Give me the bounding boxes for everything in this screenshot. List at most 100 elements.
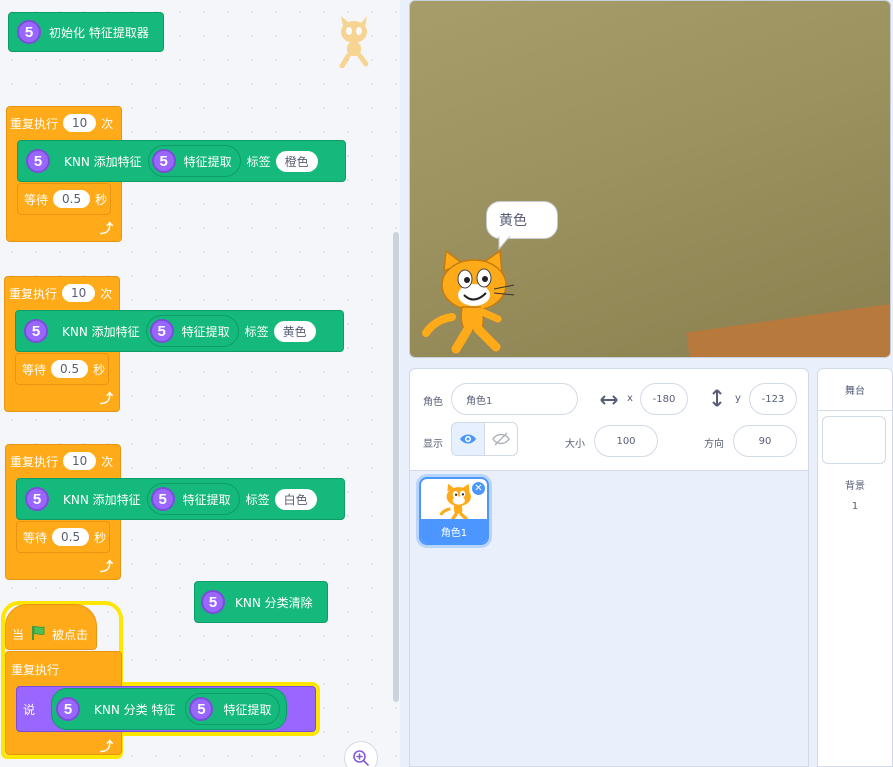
hat-when-label: 当	[12, 627, 25, 642]
knn-add-feature-block-1[interactable]: 5 KNN 添加特征 5 特征提取 标签 橙色	[17, 140, 346, 182]
knn-classify-reporter[interactable]: 5 KNN 分类 特征 5 特征提取	[51, 688, 288, 730]
wait-label: 等待	[23, 530, 48, 545]
extension-icon: 5	[189, 697, 214, 721]
reporter-label: 特征提取	[181, 324, 230, 339]
stage-thumbnail[interactable]	[822, 416, 886, 464]
tag-input[interactable]: 橙色	[275, 150, 318, 172]
x-value: -180	[652, 393, 676, 405]
extension-icon: 5	[56, 697, 81, 721]
scratch-cat-sprite[interactable]	[422, 249, 518, 357]
x-arrows-icon	[600, 391, 618, 410]
knn-add-feature-block-3[interactable]: 5 KNN 添加特征 5 特征提取 标签 白色	[16, 478, 345, 520]
stage-canvas[interactable]	[409, 0, 891, 358]
forever-label: 重复执行	[11, 663, 60, 677]
repeat-header-1: 重复执行 10 次	[10, 114, 113, 132]
knn-add-feature-block-2[interactable]: 5 KNN 添加特征 5 特征提取 标签 黄色	[15, 310, 344, 352]
wait-unit: 秒	[94, 530, 107, 545]
repeat-suffix: 次	[101, 454, 114, 469]
direction-label: 方向	[704, 439, 724, 450]
sprite-pane: 角色 角色1 x -180 y -123 显示 大小 100 方向 90 角色1	[409, 368, 809, 767]
repeat-count-input[interactable]: 10	[62, 284, 96, 302]
show-sprite-button[interactable]	[451, 422, 485, 456]
wait-label: 等待	[22, 362, 47, 377]
feature-extract-reporter[interactable]: 5 特征提取	[146, 483, 240, 515]
wait-block-2[interactable]: 等待 0.5 秒	[15, 353, 109, 385]
sprite-tile-name: 角色1	[421, 519, 487, 543]
sprite-label: 角色	[423, 397, 443, 408]
x-input[interactable]: -180	[640, 383, 688, 415]
wait-input[interactable]: 0.5	[51, 360, 89, 378]
sprite-name-value: 角色1	[466, 395, 493, 407]
reporter-label: KNN 分类 特征	[94, 702, 176, 717]
say-label: 说	[23, 702, 36, 717]
extension-icon: 5	[151, 149, 176, 173]
hide-sprite-button[interactable]	[484, 422, 518, 456]
reporter-label: 特征提取	[183, 154, 232, 169]
when-flag-clicked-hat[interactable]: 当 被点击	[5, 604, 97, 650]
y-label: y	[735, 393, 741, 404]
wait-block-1[interactable]: 等待 0.5 秒	[17, 183, 111, 215]
wait-unit: 秒	[93, 362, 106, 377]
wait-input[interactable]: 0.5	[53, 190, 91, 208]
sprite-info-panel: 角色 角色1 x -180 y -123 显示 大小 100 方向 90	[410, 369, 808, 471]
sprite-cat-icon	[334, 16, 374, 69]
y-input[interactable]: -123	[749, 383, 797, 415]
extension-icon: 5	[201, 590, 225, 614]
sprite-name-input[interactable]: 角色1	[451, 383, 578, 415]
block-label: KNN 添加特征	[62, 324, 140, 339]
repeat-suffix: 次	[101, 116, 114, 131]
loop-arrow-icon: ⤴	[100, 740, 114, 755]
stage-selector-header: 舞台	[818, 369, 892, 411]
forever-header: 重复执行	[11, 661, 59, 678]
size-input[interactable]: 100	[594, 425, 658, 457]
block-label: KNN 添加特征	[63, 492, 141, 507]
zoom-in-button[interactable]	[344, 741, 378, 767]
knn-clear-block[interactable]: 5 KNN 分类清除	[194, 581, 328, 623]
tag-input[interactable]: 白色	[274, 488, 317, 510]
show-label: 显示	[423, 439, 443, 450]
stage-header-label: 舞台	[845, 386, 865, 397]
size-value: 100	[616, 435, 636, 447]
feature-extract-reporter[interactable]: 5 特征提取	[145, 315, 239, 347]
speech-text: 黄色	[499, 213, 527, 229]
stage-background-floor	[686, 302, 890, 357]
wait-unit: 秒	[95, 192, 108, 207]
tag-label: 标签	[246, 154, 271, 169]
wait-input[interactable]: 0.5	[52, 528, 90, 546]
green-flag-icon	[30, 625, 46, 644]
code-scrollbar[interactable]	[393, 232, 399, 702]
tag-input[interactable]: 黄色	[273, 320, 316, 342]
extension-icon: 5	[150, 487, 175, 511]
x-label: x	[627, 393, 633, 404]
feature-extract-reporter[interactable]: 5 特征提取	[185, 693, 281, 725]
repeat-count-input[interactable]: 10	[63, 114, 97, 132]
repeat-count-input[interactable]: 10	[63, 452, 97, 470]
repeat-suffix: 次	[100, 286, 113, 301]
block-label: KNN 添加特征	[64, 154, 142, 169]
block-label: KNN 分类清除	[235, 595, 313, 610]
delete-sprite-button[interactable]: ✕	[471, 481, 486, 496]
direction-input[interactable]: 90	[733, 425, 797, 457]
extension-icon: 5	[17, 20, 41, 44]
y-arrows-icon	[711, 389, 723, 411]
repeat-label: 重复执行	[10, 454, 59, 469]
close-icon: ✕	[474, 483, 483, 494]
wait-block-3[interactable]: 等待 0.5 秒	[16, 521, 110, 553]
code-area[interactable]: 5 初始化 特征提取器 重复执行 10 次 5 KNN 添加特征 5 特征提取 …	[0, 0, 400, 767]
feature-extract-reporter[interactable]: 5 特征提取	[147, 145, 241, 177]
extension-icon: 5	[26, 149, 50, 173]
extension-icon: 5	[24, 319, 48, 343]
repeat-header-2: 重复执行 10 次	[9, 284, 112, 302]
direction-value: 90	[758, 435, 772, 447]
loop-arrow-icon: ⤴	[100, 392, 114, 407]
reporter-label: 特征提取	[223, 702, 272, 717]
wait-label: 等待	[24, 192, 49, 207]
say-block[interactable]: 说 5 KNN 分类 特征 5 特征提取	[16, 686, 316, 732]
stage-selector[interactable]: 舞台 背景 1	[817, 368, 893, 767]
eye-slash-icon	[492, 432, 510, 446]
size-label: 大小	[565, 439, 585, 450]
hat-clicked-label: 被点击	[52, 627, 89, 642]
repeat-label: 重复执行	[9, 286, 58, 301]
repeat-header-3: 重复执行 10 次	[10, 452, 113, 470]
init-feature-extractor-block[interactable]: 5 初始化 特征提取器	[8, 12, 164, 52]
